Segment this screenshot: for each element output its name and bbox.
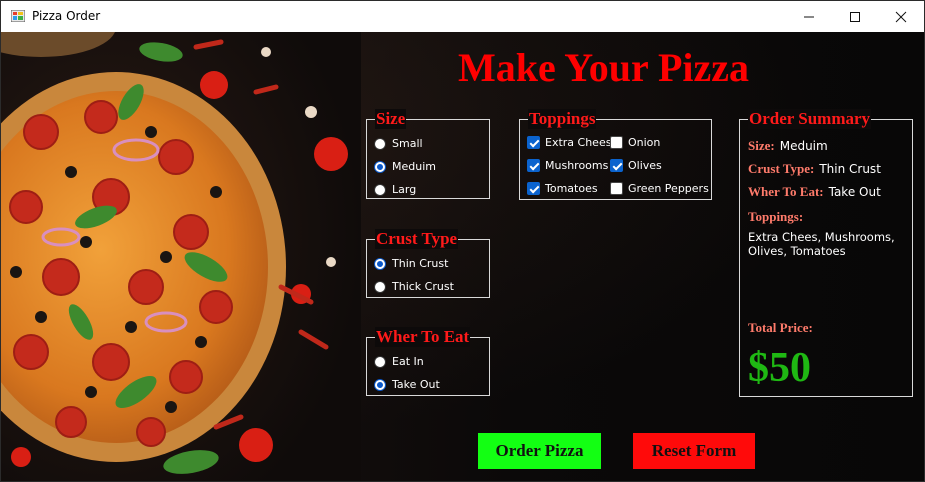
where-to-eat-group: Wher To Eat Eat In Take Out <box>366 327 490 396</box>
close-button[interactable] <box>878 1 924 32</box>
crust-thin-radio[interactable] <box>374 257 386 270</box>
crust-option-thick[interactable]: Thick Crust <box>374 280 454 293</box>
summary-crust-line: Crust Type: Thin Crust <box>748 161 881 177</box>
maximize-button[interactable] <box>832 1 878 32</box>
summary-crust-label: Crust Type: <box>748 161 815 176</box>
close-icon <box>895 11 907 22</box>
order-summary-group: Order Summary Size: Meduim Crust Type: Thi… <box>739 109 913 397</box>
eat-option-label: Eat In <box>392 355 424 368</box>
size-medium-radio[interactable] <box>374 160 386 173</box>
crust-option-label: Thick Crust <box>392 280 454 293</box>
pizza-background-image <box>1 32 361 481</box>
topping-tomatoes[interactable]: Tomatoes <box>527 182 598 195</box>
topping-olives[interactable]: Olives <box>610 159 662 172</box>
title-bar[interactable]: Pizza Order <box>1 1 924 32</box>
summary-toppings-value: Extra Chees, Mushrooms, Olives, Tomatoes <box>748 230 895 258</box>
toppings-group: Toppings Extra Chees Onion Mushrooms Oli… <box>519 109 712 200</box>
toppings-group-legend: Toppings <box>528 109 597 129</box>
page-heading: Make Your Pizza <box>458 45 750 90</box>
summary-eat-value: Take Out <box>828 185 881 199</box>
app-icon <box>11 10 25 22</box>
olives-checkbox[interactable] <box>610 159 623 172</box>
summary-total-line: Total Price: <box>748 320 818 336</box>
eat-option-label: Take Out <box>392 378 440 391</box>
crust-group-legend: Crust Type <box>375 229 459 249</box>
window-title: Pizza Order <box>32 9 101 23</box>
topping-label: Tomatoes <box>545 182 598 195</box>
total-price-value: $50 <box>748 345 811 391</box>
topping-label: Onion <box>628 136 661 149</box>
size-option-medium[interactable]: Meduim <box>374 160 436 173</box>
topping-label: Extra Chees <box>545 136 612 149</box>
tomatoes-checkbox[interactable] <box>527 182 540 195</box>
onion-checkbox[interactable] <box>610 136 623 149</box>
size-option-label: Small <box>392 137 423 150</box>
eat-in-radio[interactable] <box>374 355 386 368</box>
summary-size-line: Size: Meduim <box>748 138 828 154</box>
summary-eat-label: Wher To Eat: <box>748 184 824 199</box>
summary-toppings-line: Toppings: <box>748 209 808 225</box>
summary-crust-value: Thin Crust <box>819 162 881 176</box>
size-large-radio[interactable] <box>374 183 386 196</box>
eat-group-legend: Wher To Eat <box>375 327 471 347</box>
eat-option-take-out[interactable]: Take Out <box>374 378 440 391</box>
reset-form-button[interactable]: Reset Form <box>633 433 755 469</box>
crust-thick-radio[interactable] <box>374 280 386 293</box>
summary-group-legend: Order Summary <box>748 109 872 129</box>
summary-total-label: Total Price: <box>748 320 813 335</box>
topping-label: Olives <box>628 159 662 172</box>
app-window: Pizza Order Make Your Pizza Size Small M… <box>0 0 925 482</box>
size-option-label: Meduim <box>392 160 436 173</box>
size-small-radio[interactable] <box>374 137 386 150</box>
summary-eat-line: Wher To Eat: Take Out <box>748 184 881 200</box>
crust-type-group: Crust Type Thin Crust Thick Crust <box>366 229 490 298</box>
summary-size-label: Size: <box>748 138 775 153</box>
topping-mushrooms[interactable]: Mushrooms <box>527 159 608 172</box>
eat-option-eat-in[interactable]: Eat In <box>374 355 424 368</box>
crust-option-thin[interactable]: Thin Crust <box>374 257 448 270</box>
form-client-area: Make Your Pizza Size Small Meduim Larg C… <box>1 32 924 481</box>
order-pizza-button[interactable]: Order Pizza <box>478 433 601 469</box>
topping-onion[interactable]: Onion <box>610 136 660 149</box>
take-out-radio[interactable] <box>374 378 386 391</box>
maximize-icon <box>850 11 860 22</box>
crust-option-label: Thin Crust <box>392 257 449 270</box>
topping-extra-cheese[interactable]: Extra Chees <box>527 136 611 149</box>
topping-label: Mushrooms <box>545 159 609 172</box>
minimize-button[interactable] <box>786 1 832 32</box>
summary-toppings-label: Toppings: <box>748 209 804 224</box>
topping-label: Green Peppers <box>628 182 709 195</box>
size-option-label: Larg <box>392 183 417 196</box>
minimize-icon <box>804 16 814 17</box>
size-group-legend: Size <box>375 109 407 129</box>
summary-size-value: Meduim <box>779 139 828 153</box>
size-option-small[interactable]: Small <box>374 137 423 150</box>
size-option-large[interactable]: Larg <box>374 183 416 196</box>
mushrooms-checkbox[interactable] <box>527 159 540 172</box>
green-peppers-checkbox[interactable] <box>610 182 623 195</box>
extra-cheese-checkbox[interactable] <box>527 136 540 149</box>
size-group: Size Small Meduim Larg <box>366 109 490 199</box>
topping-green-peppers[interactable]: Green Peppers <box>610 182 709 195</box>
